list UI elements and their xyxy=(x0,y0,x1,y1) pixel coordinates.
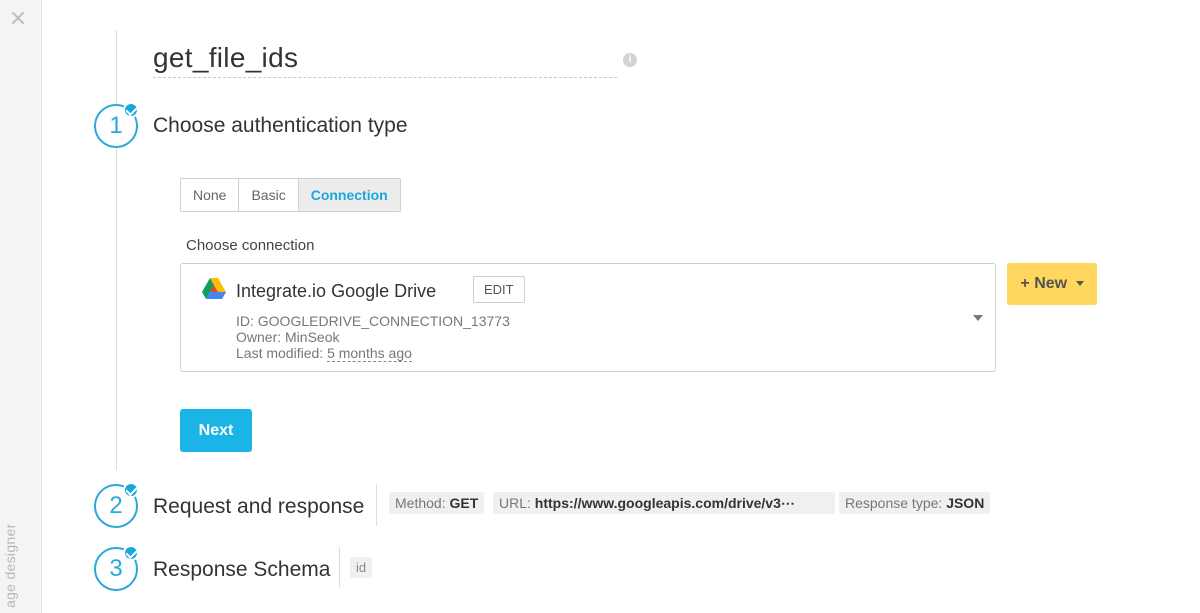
next-button[interactable]: Next xyxy=(180,409,252,452)
method-value: GET xyxy=(449,495,479,511)
auth-option-connection[interactable]: Connection xyxy=(298,179,400,211)
divider xyxy=(339,547,340,587)
check-icon xyxy=(123,545,139,561)
connection-owner: Owner: MinSeok xyxy=(236,329,340,345)
step-3-title[interactable]: Response Schema xyxy=(153,558,330,582)
sidebar-vertical-label: age designer xyxy=(2,523,18,608)
method-label: Method: xyxy=(395,495,446,511)
step-2-number: 2 xyxy=(109,492,123,519)
last-modified-label: Last modified: xyxy=(236,345,328,361)
step-3-number: 3 xyxy=(109,555,123,582)
step-1-number: 1 xyxy=(109,112,123,139)
info-icon[interactable]: i xyxy=(623,53,637,67)
response-type-value: JSON xyxy=(946,495,985,511)
auth-option-none[interactable]: None xyxy=(181,179,240,211)
step-2-title[interactable]: Request and response xyxy=(153,495,364,519)
connection-name: Integrate.io Google Drive xyxy=(236,281,437,301)
check-icon xyxy=(123,102,139,118)
url-chip: URL: https://www.googleapis.com/drive/v3… xyxy=(493,492,835,514)
new-plus: + xyxy=(1020,275,1030,292)
connection-last-modified: Last modified: 5 months ago xyxy=(236,345,412,362)
chevron-down-icon[interactable] xyxy=(973,315,983,321)
last-modified-value: 5 months ago xyxy=(327,345,412,362)
response-type-chip: Response type: JSON xyxy=(839,492,991,514)
new-connection-button[interactable]: + New xyxy=(1007,263,1097,305)
left-sidebar: age designer xyxy=(0,0,42,613)
url-value: https://www.googleapis.com/drive/v3⋯ xyxy=(534,495,795,511)
edit-connection-button[interactable]: EDIT xyxy=(473,276,525,303)
divider xyxy=(376,484,377,526)
connection-select[interactable]: Integrate.io Google Drive EDIT ID: GOOGL… xyxy=(180,263,996,372)
auth-option-basic[interactable]: Basic xyxy=(239,179,299,211)
choose-connection-label: Choose connection xyxy=(186,237,315,254)
auth-type-selector: None Basic Connection xyxy=(180,178,401,212)
google-drive-icon xyxy=(202,278,226,299)
endpoint-title-field[interactable]: get_file_ids xyxy=(153,40,617,78)
url-label: URL: xyxy=(499,495,531,511)
connection-id: ID: GOOGLEDRIVE_CONNECTION_13773 xyxy=(236,313,510,329)
endpoint-title: get_file_ids xyxy=(153,42,299,73)
schema-field-chip: id xyxy=(350,557,373,578)
response-type-label: Response type: xyxy=(845,495,943,511)
method-chip: Method: GET xyxy=(389,492,485,514)
caret-down-icon xyxy=(1075,281,1084,287)
step-1-title[interactable]: Choose authentication type xyxy=(153,114,408,138)
new-label: New xyxy=(1034,275,1068,292)
steps-timeline xyxy=(116,30,117,470)
close-icon[interactable] xyxy=(8,8,28,28)
check-icon xyxy=(123,482,139,498)
